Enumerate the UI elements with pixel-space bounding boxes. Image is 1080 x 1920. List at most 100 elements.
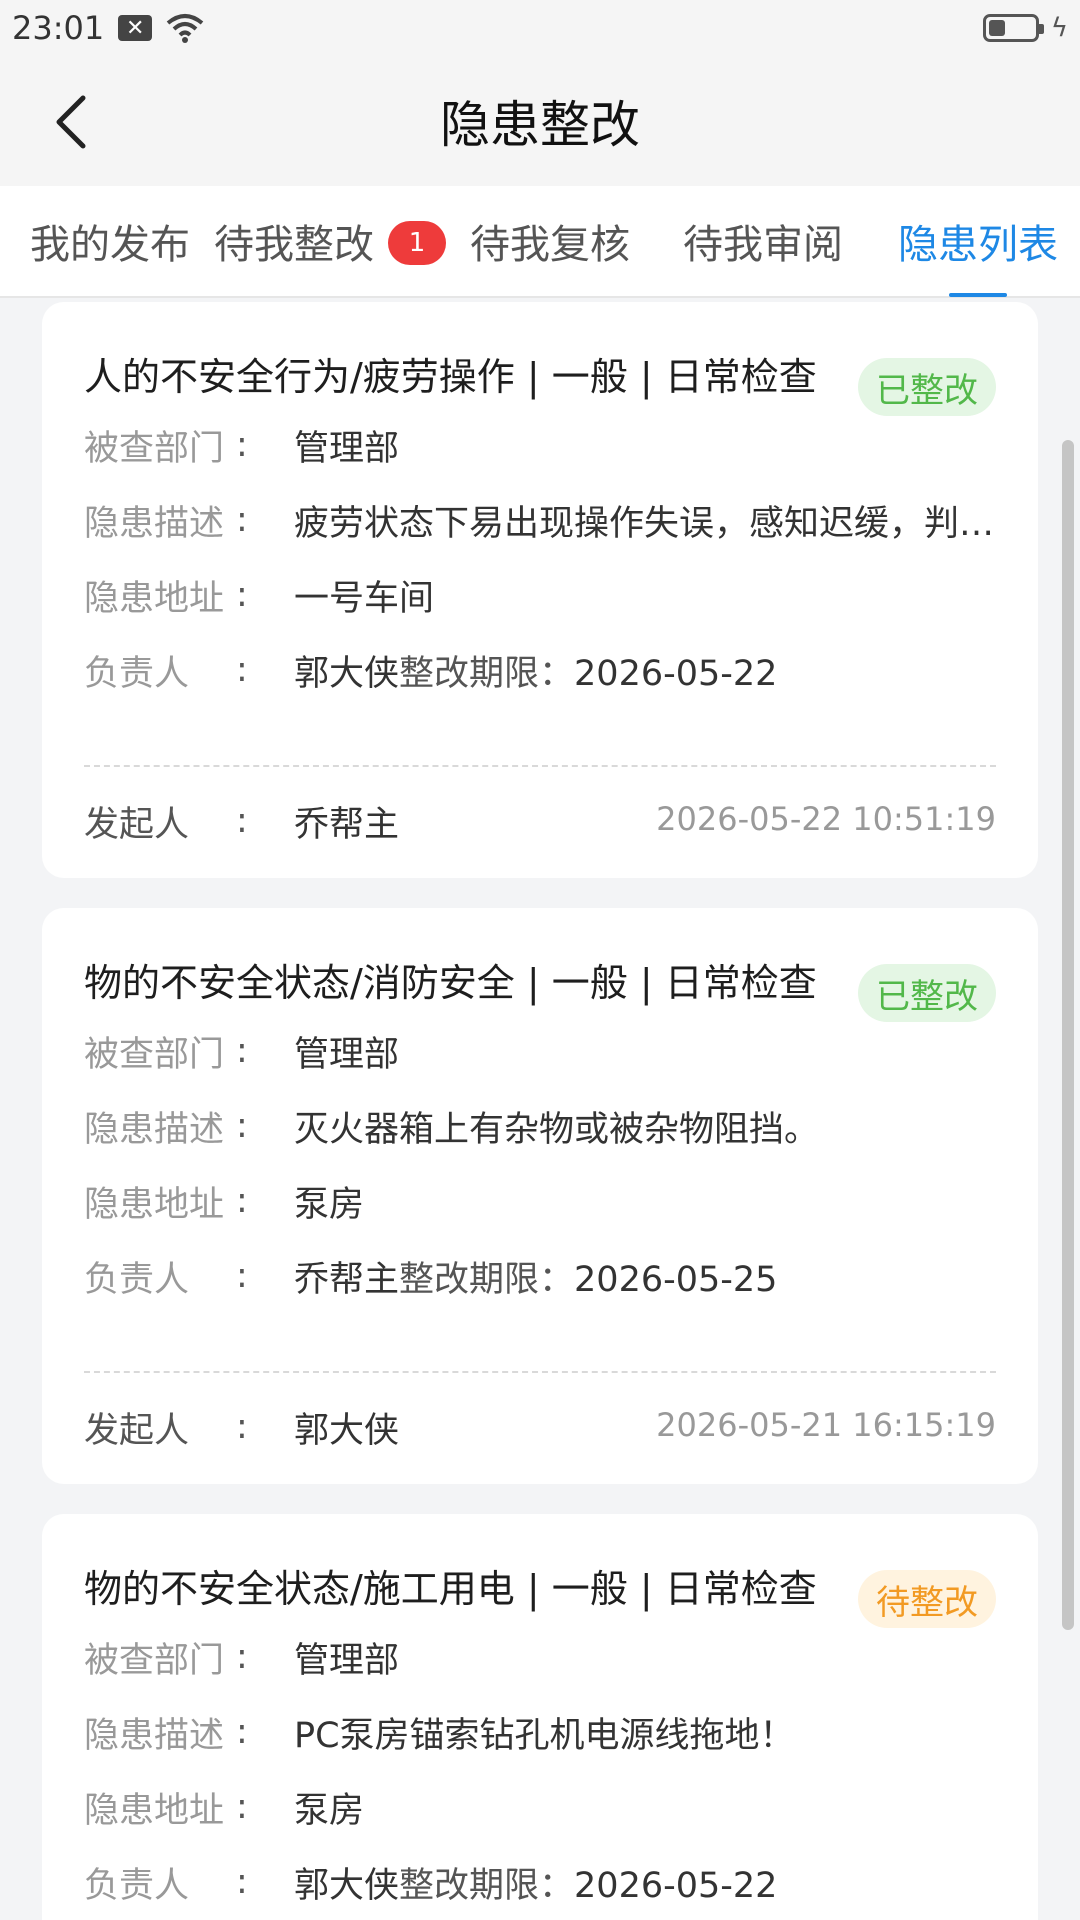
status-badge: 已整改 [858,964,996,1022]
owner-name: 郭大侠 [294,653,400,694]
back-button[interactable] [40,90,100,154]
tab-label: 待我复核 [470,222,630,268]
field-colon: : [236,1787,248,1827]
timestamp: 2026-05-22 10:51:19 [656,800,996,838]
tab-pending-review[interactable]: 待我复核 [470,185,630,297]
field-colon: : [236,575,248,615]
address-row: 隐患地址 : 泵房 [84,1176,364,1226]
initiator-row: 发起人 : 乔帮主 [84,796,399,846]
field-label: 隐患描述 [84,503,225,544]
tab-bar: 我的发布 待我整改 1 待我复核 待我审阅 隐患列表 [0,186,1080,298]
tab-label: 隐患列表 [898,222,1058,268]
field-label: 负责人 [84,1865,190,1906]
desc-row: 隐患描述 : 疲劳状态下易出现操作失误，感知迟缓，判… [84,495,994,545]
battery-icon [982,14,1044,42]
field-colon: : [236,1256,248,1296]
field-label: 负责人 [84,653,190,694]
address-row: 隐患地址 : 泵房 [84,1782,364,1832]
field-colon: : [236,1862,248,1902]
tab-label: 待我审阅 [683,222,843,268]
field-value: 乔帮主 [294,804,400,845]
field-colon: : [236,1712,248,1752]
field-value: 泵房 [294,1790,365,1831]
card-title: 物的不安全状态/消防安全 | 一般 | 日常检查 [84,961,817,1005]
field-label: 被查部门 [84,428,225,469]
address-row: 隐患地址 : 一号车间 [84,570,434,620]
dept-row: 被查部门 : 管理部 [84,420,399,470]
field-colon: : [236,500,248,540]
initiator-row: 发起人 : 郭大侠 [84,1402,399,1452]
hazard-card[interactable]: 物的不安全状态/消防安全 | 一般 | 日常检查 已整改 被查部门 : 管理部 … [42,908,1038,1484]
field-value: 管理部 [294,428,400,469]
tab-label: 待我整改 [214,222,374,268]
deadline-value: 2026-05-22 [574,653,778,694]
owner-row: 负责人 : 乔帮主整改期限：2026-05-25 [84,1251,777,1301]
field-value: 郭大侠整改期限：2026-05-22 [294,645,777,696]
hazard-list[interactable]: 人的不安全行为/疲劳操作 | 一般 | 日常检查 已整改 被查部门 : 管理部 … [0,298,1080,1920]
status-badge: 已整改 [858,358,996,416]
status-badge: 待整改 [858,1570,996,1628]
hazard-card[interactable]: 人的不安全行为/疲劳操作 | 一般 | 日常检查 已整改 被查部门 : 管理部 … [42,302,1038,878]
desc-row: 隐患描述 : 灭火器箱上有杂物或被杂物阻挡。 [84,1101,819,1151]
page-title: 隐患整改 [440,96,640,154]
tab-pending-rectify[interactable]: 待我整改 1 [214,185,446,297]
deadline-label: 整改期限： [399,1865,575,1906]
field-colon: : [236,1407,248,1447]
field-label: 发起人 [84,1410,190,1451]
wifi-icon [166,14,204,43]
charging-icon: ϟ [1050,13,1068,43]
dept-row: 被查部门 : 管理部 [84,1632,399,1682]
field-value: 郭大侠整改期限：2026-05-22 [294,1857,777,1908]
card-title: 物的不安全状态/施工用电 | 一般 | 日常检查 [84,1567,817,1611]
field-value: PC泵房锚索钻孔机电源线拖地！ [294,1715,795,1756]
field-label: 被查部门 [84,1034,225,1075]
owner-name: 郭大侠 [294,1865,400,1906]
scrollbar[interactable] [1062,440,1074,1630]
status-time: 23:01 [12,9,105,47]
field-value: 管理部 [294,1640,400,1681]
tab-label: 我的发布 [30,222,190,268]
field-colon: : [236,650,248,690]
field-colon: : [236,1181,248,1221]
no-sim-icon: ✕ [118,15,153,41]
field-label: 隐患地址 [84,578,225,619]
field-label: 负责人 [84,1259,190,1300]
desc-row: 隐患描述 : PC泵房锚索钻孔机电源线拖地！ [84,1707,795,1757]
field-label: 隐患描述 [84,1109,225,1150]
deadline-value: 2026-05-22 [574,1865,778,1906]
divider [84,1371,996,1373]
timestamp: 2026-05-21 16:15:19 [656,1406,996,1444]
field-label: 隐患描述 [84,1715,225,1756]
dept-row: 被查部门 : 管理部 [84,1026,399,1076]
deadline-label: 整改期限： [399,1259,575,1300]
field-label: 隐患地址 [84,1790,225,1831]
field-colon: : [236,801,248,841]
field-colon: : [236,425,248,465]
hazard-card[interactable]: 物的不安全状态/施工用电 | 一般 | 日常检查 待整改 被查部门 : 管理部 … [42,1514,1038,1920]
field-value: 管理部 [294,1034,400,1075]
field-label: 隐患地址 [84,1184,225,1225]
tab-hazard-list[interactable]: 隐患列表 [898,185,1058,297]
divider [84,765,996,767]
field-colon: : [236,1031,248,1071]
deadline-value: 2026-05-25 [574,1259,778,1300]
chevron-left-icon [56,95,86,149]
field-value: 泵房 [294,1184,365,1225]
deadline-label: 整改期限： [399,653,575,694]
nav-bar: 隐患整改 [0,56,1080,186]
field-value: 乔帮主整改期限：2026-05-25 [294,1251,777,1302]
field-value: 疲劳状态下易出现操作失误，感知迟缓，判… [294,503,995,544]
field-colon: : [236,1106,248,1146]
tab-pending-read[interactable]: 待我审阅 [683,185,843,297]
field-value: 郭大侠 [294,1410,400,1451]
owner-name: 乔帮主 [294,1259,400,1300]
field-label: 发起人 [84,804,190,845]
field-value: 一号车间 [294,578,435,619]
field-colon: : [236,1637,248,1677]
field-label: 被查部门 [84,1640,225,1681]
count-badge: 1 [388,221,446,265]
tab-my-published[interactable]: 我的发布 [30,185,190,297]
card-title: 人的不安全行为/疲劳操作 | 一般 | 日常检查 [84,355,817,399]
field-value: 灭火器箱上有杂物或被杂物阻挡。 [294,1109,820,1150]
owner-row: 负责人 : 郭大侠整改期限：2026-05-22 [84,1857,777,1907]
